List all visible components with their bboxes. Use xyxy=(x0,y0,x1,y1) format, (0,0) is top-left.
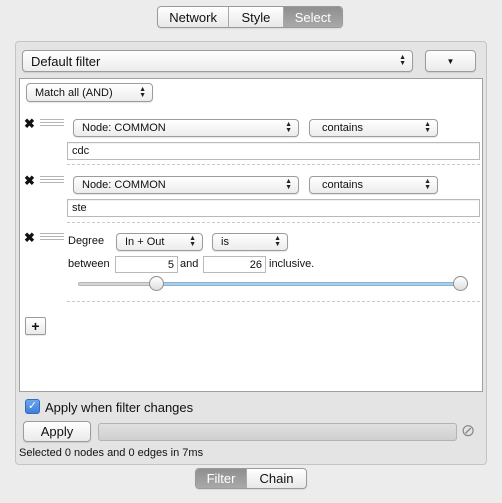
match-mode-dropdown[interactable]: Match all (AND) ▲ ▼ xyxy=(26,83,153,102)
updown-arrows-icon: ▲ ▼ xyxy=(274,235,281,248)
remove-condition-icon[interactable]: ✖ xyxy=(24,230,35,246)
degree-operator-value: is xyxy=(221,236,229,248)
degree-operator-dropdown[interactable]: is ▲ ▼ xyxy=(212,233,288,251)
operator-value: contains xyxy=(322,122,363,134)
slider-max-thumb[interactable] xyxy=(453,276,468,291)
degree-type-value: In + Out xyxy=(125,236,165,248)
operator-dropdown[interactable]: contains ▲ ▼ xyxy=(309,176,438,194)
plus-icon: + xyxy=(31,318,40,334)
drag-handle-icon[interactable] xyxy=(40,119,64,128)
filter-options-button[interactable]: ▼ xyxy=(425,50,476,72)
updown-arrows-icon: ▲ ▼ xyxy=(424,121,431,134)
column-dropdown[interactable]: Node: COMMON ▲ ▼ xyxy=(73,176,299,194)
filter-dropdown-value: Default filter xyxy=(31,53,101,69)
between-label: between xyxy=(68,258,110,270)
operator-value: contains xyxy=(322,179,363,191)
degree-type-dropdown[interactable]: In + Out ▲ ▼ xyxy=(116,233,203,251)
drag-handle-icon[interactable] xyxy=(40,176,64,185)
condition-value-input[interactable]: cdc xyxy=(67,142,480,160)
checkmark-icon: ✓ xyxy=(27,400,38,412)
tab-filter[interactable]: Filter xyxy=(196,469,248,488)
dropdown-arrow-icon: ▼ xyxy=(446,56,455,66)
drag-handle-icon[interactable] xyxy=(40,233,64,242)
slider-min-thumb[interactable] xyxy=(149,276,164,291)
filter-dropdown[interactable]: Default filter ▲ ▼ xyxy=(22,50,413,72)
degree-range-slider[interactable] xyxy=(78,276,468,292)
divider xyxy=(67,301,480,302)
condition-value-text: ste xyxy=(72,202,87,214)
updown-arrows-icon: ▲ ▼ xyxy=(285,178,292,191)
degree-label: Degree xyxy=(68,235,105,247)
condition-value-input[interactable]: ste xyxy=(67,199,480,217)
updown-arrows-icon: ▲ ▼ xyxy=(399,54,406,67)
status-text: Selected 0 nodes and 0 edges in 7ms xyxy=(19,447,204,459)
bottom-tab-bar: Filter Chain xyxy=(195,468,307,489)
apply-button[interactable]: Apply xyxy=(23,421,91,442)
condition-list: Match all (AND) ▲ ▼ ✖ Node: COMMON ▲ ▼ con… xyxy=(19,78,483,392)
top-tab-bar: Network Style Select xyxy=(157,6,343,28)
tab-style[interactable]: Style xyxy=(229,7,284,27)
condition-value-text: cdc xyxy=(72,145,90,157)
apply-when-changes-label: Apply when filter changes xyxy=(45,400,194,415)
divider xyxy=(67,164,480,165)
apply-when-changes-checkbox[interactable]: ✓ xyxy=(25,399,40,414)
column-value: Node: COMMON xyxy=(82,179,166,191)
column-dropdown[interactable]: Node: COMMON ▲ ▼ xyxy=(73,119,299,137)
and-label: and xyxy=(180,258,199,270)
updown-arrows-icon: ▲ ▼ xyxy=(424,178,431,191)
degree-min-value: 5 xyxy=(167,258,174,271)
degree-max-value: 26 xyxy=(249,258,262,271)
tab-network[interactable]: Network xyxy=(158,7,230,27)
remove-condition-icon[interactable]: ✖ xyxy=(24,116,35,132)
progress-bar xyxy=(98,423,457,441)
operator-dropdown[interactable]: contains ▲ ▼ xyxy=(309,119,438,137)
degree-min-input[interactable]: 5 xyxy=(115,256,178,273)
inclusive-label: inclusive. xyxy=(269,258,315,270)
cancel-icon[interactable]: ⊘ xyxy=(461,421,475,441)
updown-arrows-icon: ▲ ▼ xyxy=(189,235,196,248)
divider xyxy=(67,222,480,223)
add-condition-button[interactable]: + xyxy=(25,317,46,335)
degree-max-input[interactable]: 26 xyxy=(203,256,266,273)
tab-chain[interactable]: Chain xyxy=(247,469,306,488)
tab-select[interactable]: Select xyxy=(283,7,342,27)
slider-fill xyxy=(156,282,461,286)
match-mode-value: Match all (AND) xyxy=(35,86,113,99)
updown-arrows-icon: ▲ ▼ xyxy=(285,121,292,134)
column-value: Node: COMMON xyxy=(82,122,166,134)
remove-condition-icon[interactable]: ✖ xyxy=(24,173,35,189)
updown-arrows-icon: ▲ ▼ xyxy=(139,85,146,99)
